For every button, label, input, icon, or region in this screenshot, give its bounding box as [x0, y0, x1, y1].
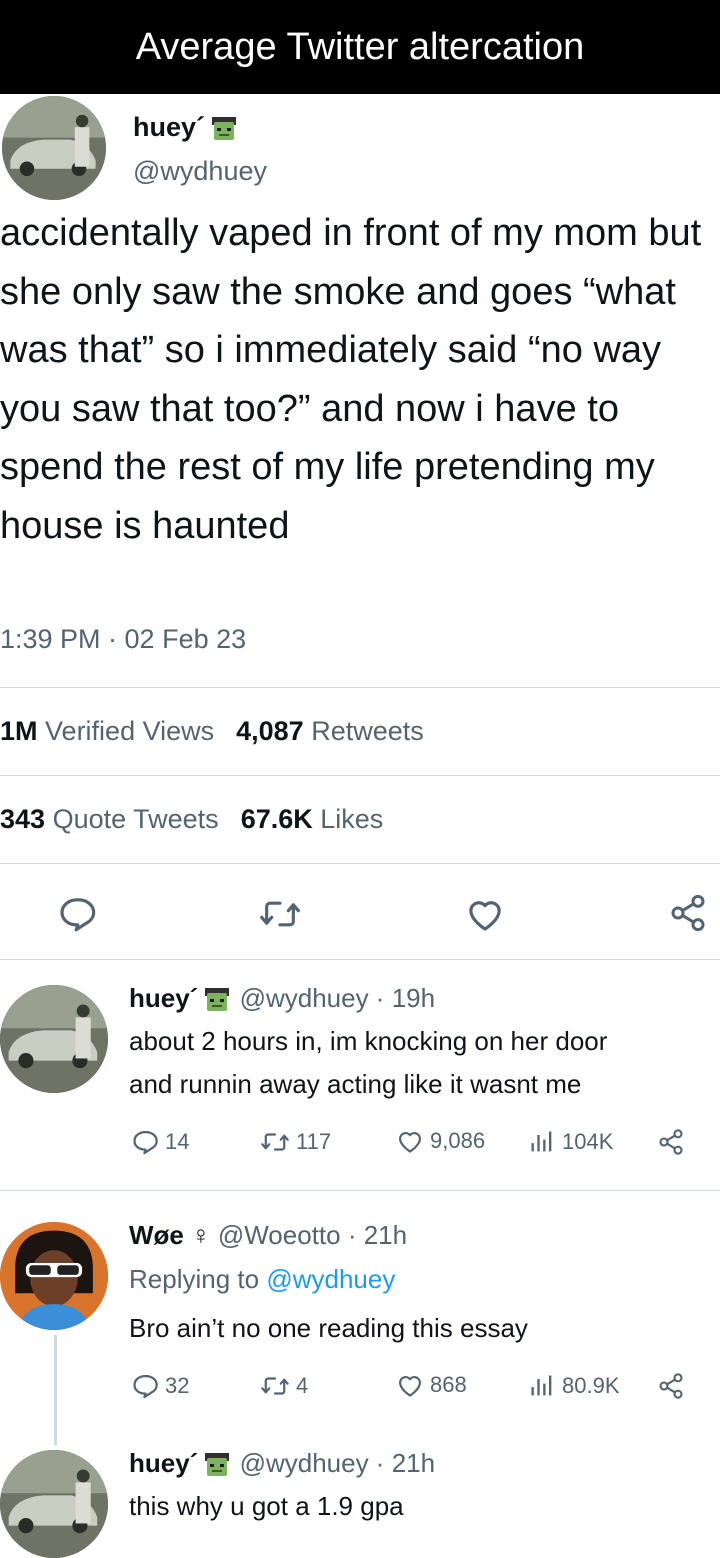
banner-title: Average Twitter altercation — [135, 26, 585, 68]
share-icon — [659, 1129, 683, 1155]
like-icon — [398, 1132, 422, 1153]
reply-text: this why u got a 1.9 gpa — [129, 1485, 720, 1528]
reply-icon — [133, 1130, 158, 1155]
like-icon — [398, 1376, 422, 1397]
retweet-icon — [261, 1377, 289, 1395]
reply-icon — [60, 898, 96, 932]
views-count: 1M — [0, 716, 38, 746]
replying-handle-link[interactable]: @wydhuey — [266, 1264, 395, 1294]
stats-row-1: 1M Verified Views 4,087 Retweets — [0, 716, 424, 747]
reply-count: 32 — [165, 1373, 190, 1398]
like-button[interactable] — [465, 895, 505, 933]
views-chart-icon — [531, 1375, 552, 1396]
author-handle[interactable]: @wydhuey — [133, 156, 267, 187]
stats-row-2: 343 Quote Tweets 67.6K Likes — [0, 804, 383, 835]
avatar[interactable] — [0, 1450, 108, 1558]
reply-action-reply[interactable]: 32 — [131, 1372, 189, 1400]
retweets-label: Retweets — [311, 716, 424, 746]
reply-text-line: this why u got a 1.9 gpa — [129, 1491, 404, 1521]
person-photo-icon — [0, 1222, 108, 1330]
reply-header[interactable]: Wøe ♀ @Woeotto · 21h — [129, 1220, 407, 1251]
reply-header[interactable]: huey´ @wydhuey · 19h — [129, 983, 435, 1014]
reply-action-share[interactable] — [657, 1128, 691, 1156]
reply-text: about 2 hours in, im knocking on her doo… — [129, 1020, 720, 1106]
reply-action-views[interactable]: 80.9K — [528, 1372, 620, 1400]
car-photo-icon — [2, 96, 106, 200]
share-icon — [671, 894, 705, 932]
replying-to: Replying to @wydhuey — [129, 1264, 395, 1295]
like-icon — [469, 901, 501, 931]
retweets-count: 4,087 — [236, 716, 304, 746]
reply-text-line: and runnin away acting like it wasnt me — [129, 1069, 582, 1099]
likes-label: Likes — [320, 804, 384, 834]
views-count: 104K — [562, 1129, 614, 1154]
divider — [0, 863, 720, 864]
replying-prefix: Replying to — [129, 1264, 260, 1294]
retweet-count: 4 — [296, 1373, 309, 1398]
divider — [0, 687, 720, 688]
views-stat[interactable]: 1M Verified Views — [0, 716, 214, 746]
retweet-button[interactable] — [258, 894, 302, 934]
avatar[interactable] — [0, 985, 108, 1093]
views-count: 80.9K — [562, 1373, 620, 1398]
reply-text: Bro ain’t no one reading this essay — [129, 1307, 720, 1350]
quotes-stat[interactable]: 343 Quote Tweets — [0, 804, 219, 834]
reply-action-like[interactable]: 868 — [396, 1372, 467, 1398]
reply-count: 14 — [165, 1129, 190, 1154]
like-count: 868 — [430, 1372, 467, 1397]
like-count: 9,086 — [430, 1128, 486, 1153]
reply-author-name: huey´ — [129, 1448, 199, 1478]
likes-count: 67.6K — [240, 804, 313, 834]
reply-action-views[interactable]: 104K — [528, 1128, 613, 1156]
reply-icon — [133, 1374, 158, 1399]
avatar[interactable] — [2, 96, 106, 200]
tweet-timestamp[interactable]: 1:39 PM · 02 Feb 23 — [0, 624, 246, 655]
zombie-emoji-icon — [205, 1453, 230, 1477]
reply-action-share[interactable] — [657, 1372, 691, 1400]
reply-handle-time: @wydhuey · 21h — [239, 1448, 436, 1478]
header-banner: Average Twitter altercation — [0, 0, 720, 94]
retweet-count: 117 — [296, 1129, 332, 1154]
reply-action-like[interactable]: 9,086 — [396, 1128, 485, 1154]
divider — [0, 775, 720, 776]
reply-text-line: about 2 hours in, im knocking on her doo… — [129, 1026, 608, 1056]
reply-handle-time: @wydhuey · 19h — [239, 983, 436, 1013]
share-button[interactable] — [668, 893, 708, 933]
reply-button[interactable] — [57, 894, 97, 934]
car-photo-icon — [0, 1450, 108, 1558]
reply-author-name: huey´ — [129, 983, 199, 1013]
reply-action-retweet[interactable]: 117 — [260, 1128, 331, 1156]
reply-action-retweet[interactable]: 4 — [260, 1372, 308, 1400]
avatar[interactable] — [0, 1222, 108, 1330]
retweet-icon — [261, 1133, 289, 1151]
reply-action-reply[interactable]: 14 — [131, 1128, 189, 1156]
reply-handle-time: @Woeotto · 21h — [217, 1220, 408, 1250]
quotes-label: Quote Tweets — [52, 804, 219, 834]
author-name[interactable]: huey´ — [133, 112, 239, 143]
retweets-stat[interactable]: 4,087 Retweets — [236, 716, 424, 746]
divider — [0, 1190, 720, 1191]
car-photo-icon — [0, 985, 108, 1093]
views-label: Verified Views — [45, 716, 215, 746]
thread-connector-line — [54, 1335, 57, 1445]
retweet-icon — [260, 901, 300, 927]
divider — [0, 959, 720, 960]
reply-text-line: Bro ain’t no one reading this essay — [129, 1313, 528, 1343]
tweet-text: accidentally vaped in front of my mom bu… — [0, 212, 702, 547]
zombie-emoji-icon — [205, 988, 230, 1012]
views-chart-icon — [531, 1131, 552, 1152]
reply-header[interactable]: huey´ @wydhuey · 21h — [129, 1448, 435, 1479]
likes-stat[interactable]: 67.6K Likes — [241, 804, 384, 834]
zombie-emoji-icon — [212, 116, 237, 140]
share-icon — [659, 1373, 683, 1399]
reply-author-name: Wøe ♀ — [129, 1220, 211, 1250]
quotes-count: 343 — [0, 804, 46, 834]
